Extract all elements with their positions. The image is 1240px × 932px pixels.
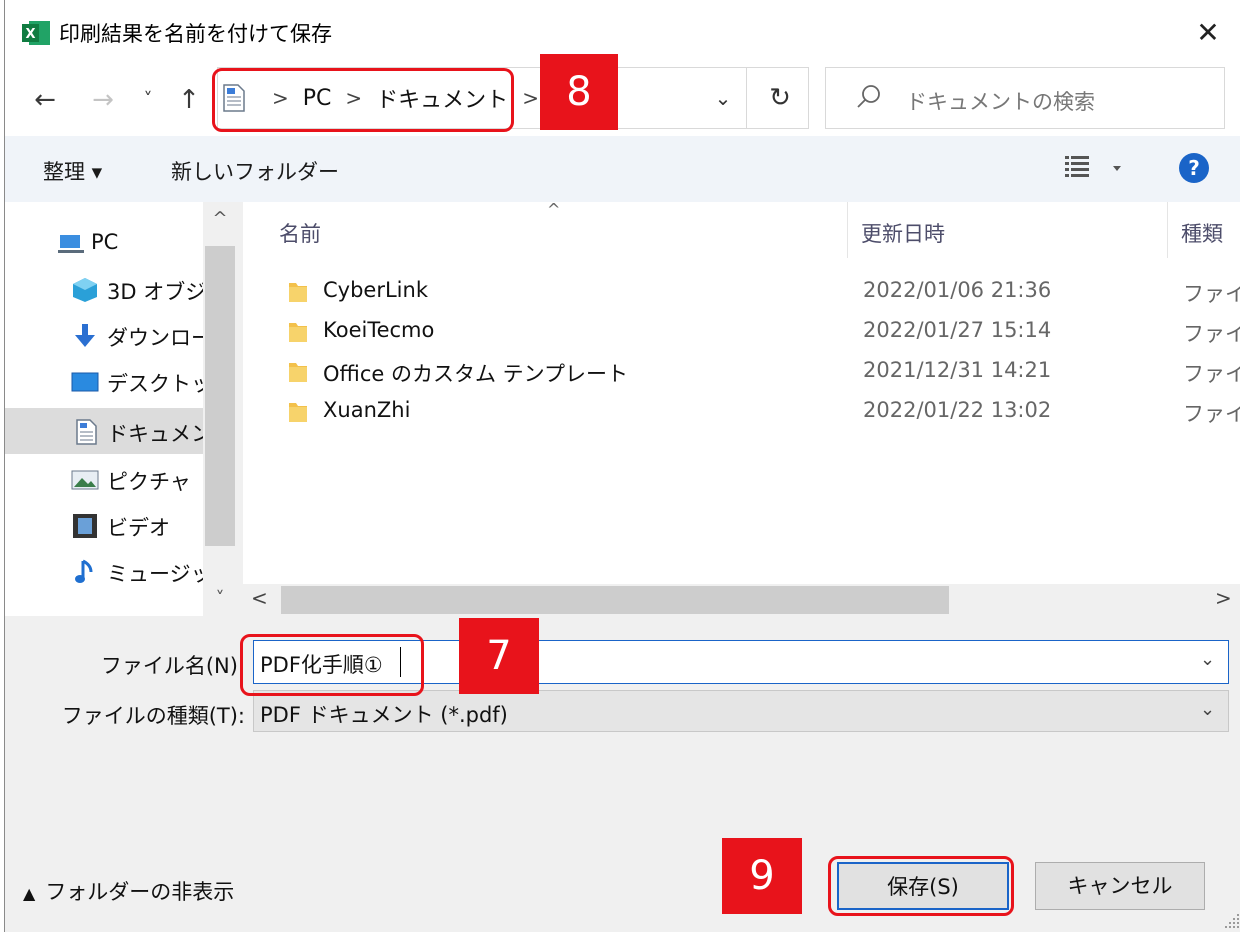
nav-item-desktop[interactable]: デスクトップ bbox=[5, 358, 203, 404]
file-name: CyberLink bbox=[323, 278, 428, 302]
file-name: XuanZhi bbox=[323, 398, 411, 422]
sort-ascending-icon: ^ bbox=[547, 202, 561, 219]
back-button[interactable]: ← bbox=[25, 82, 65, 118]
chevron-down-icon[interactable]: ⌄ bbox=[1200, 699, 1215, 720]
search-input[interactable]: ドキュメントの検索 bbox=[825, 67, 1225, 129]
file-type: ファイル bbox=[1183, 402, 1240, 426]
refresh-button[interactable]: ↻ bbox=[758, 68, 802, 128]
chevron-down-icon[interactable]: ⌄ bbox=[1200, 649, 1215, 670]
filetype-label: ファイルの種類(T): bbox=[61, 704, 245, 728]
file-date: 2022/01/06 21:36 bbox=[863, 278, 1052, 302]
resize-grip-icon[interactable] bbox=[1223, 912, 1240, 930]
folder-icon bbox=[289, 403, 307, 422]
folder-icon bbox=[289, 283, 307, 302]
breadcrumb-separator[interactable]: > bbox=[522, 86, 539, 110]
file-type: ファイル bbox=[1183, 322, 1240, 346]
nav-scrollbar[interactable]: ^ ˅ bbox=[203, 202, 237, 616]
forward-button[interactable]: → bbox=[83, 82, 123, 118]
navigation-pane: PC 3D オブジェ ダウンロード デスクトップ ドキュメント ピクチャ ビデオ bbox=[5, 202, 237, 616]
column-divider[interactable] bbox=[847, 202, 848, 258]
up-button[interactable]: ↑ bbox=[169, 82, 209, 118]
hide-folders-label: フォルダーの非表示 bbox=[45, 880, 235, 904]
folder-icon bbox=[289, 323, 307, 342]
column-header-name[interactable]: 名前 bbox=[279, 218, 321, 248]
divider bbox=[746, 68, 747, 128]
window-title: 印刷結果を名前を付けて保存 bbox=[59, 22, 332, 46]
search-placeholder: ドキュメントの検索 bbox=[906, 90, 1095, 114]
filename-label: ファイル名(N): bbox=[100, 654, 245, 678]
step-badge-8: 8 bbox=[540, 54, 618, 130]
column-divider[interactable] bbox=[1167, 202, 1168, 258]
navigation-bar: ← → ˅ ↑ > PC > ドキュメント > ⌄ ↻ ドキュメントの検索 bbox=[5, 64, 1240, 136]
nav-item-documents[interactable]: ドキュメント bbox=[5, 408, 203, 454]
scroll-down-button[interactable]: ˅ bbox=[203, 588, 237, 609]
step-badge-7: 7 bbox=[459, 618, 539, 694]
file-name: KoeiTecmo bbox=[323, 318, 435, 342]
desktop-icon bbox=[71, 372, 99, 392]
file-name: Office のカスタム テンプレート bbox=[323, 362, 629, 386]
nav-item-pc[interactable]: PC bbox=[5, 220, 203, 266]
nav-item-pictures[interactable]: ピクチャ bbox=[5, 456, 203, 502]
title-bar: X 印刷結果を名前を付けて保存 ✕ bbox=[5, 0, 1240, 64]
command-bar: 整理 ▾ 新しいフォルダー ? bbox=[5, 136, 1240, 202]
file-type: ファイル bbox=[1183, 362, 1240, 386]
step-badge-9: 9 bbox=[722, 838, 802, 914]
cancel-button[interactable]: キャンセル bbox=[1035, 862, 1205, 910]
table-row[interactable]: XuanZhi 2022/01/22 13:02 ファイル bbox=[243, 392, 1240, 432]
horizontal-scrollbar[interactable]: < > bbox=[243, 584, 1240, 616]
column-header-type[interactable]: 種類 bbox=[1181, 218, 1223, 248]
download-icon bbox=[75, 324, 95, 347]
hide-folders-button[interactable]: ▲ フォルダーの非表示 bbox=[23, 876, 234, 906]
view-options-icon[interactable] bbox=[1061, 152, 1125, 186]
highlight-save-button bbox=[828, 856, 1014, 916]
close-button[interactable]: ✕ bbox=[1187, 12, 1229, 54]
scroll-left-button[interactable]: < bbox=[251, 586, 268, 610]
help-button[interactable]: ? bbox=[1179, 153, 1209, 183]
nav-item-videos[interactable]: ビデオ bbox=[5, 502, 203, 548]
file-date: 2021/12/31 14:21 bbox=[863, 358, 1052, 382]
video-icon bbox=[73, 514, 97, 538]
3d-objects-icon bbox=[73, 278, 97, 302]
scroll-up-button[interactable]: ^ bbox=[203, 208, 237, 229]
scroll-right-button[interactable]: > bbox=[1215, 586, 1232, 610]
new-folder-button[interactable]: 新しいフォルダー bbox=[171, 156, 339, 186]
address-history-dropdown[interactable]: ⌄ bbox=[702, 68, 744, 128]
document-icon bbox=[76, 419, 97, 445]
table-row[interactable]: CyberLink 2022/01/06 21:36 ファイル bbox=[243, 272, 1240, 312]
table-row[interactable]: Office のカスタム テンプレート 2021/12/31 14:21 ファイ… bbox=[243, 352, 1240, 392]
file-date: 2022/01/27 15:14 bbox=[863, 318, 1052, 342]
table-row[interactable]: KoeiTecmo 2022/01/27 15:14 ファイル bbox=[243, 312, 1240, 352]
highlight-address-bar bbox=[212, 68, 514, 132]
pc-icon bbox=[58, 235, 84, 253]
nav-item-music[interactable]: ミュージック bbox=[5, 548, 203, 594]
excel-icon: X bbox=[22, 21, 50, 45]
chevron-up-icon: ▲ bbox=[23, 884, 36, 903]
folder-icon bbox=[289, 363, 307, 382]
nav-item-3d-objects[interactable]: 3D オブジェ bbox=[5, 266, 203, 312]
filetype-value: PDF ドキュメント (*.pdf) bbox=[260, 703, 508, 727]
nav-item-downloads[interactable]: ダウンロード bbox=[5, 312, 203, 358]
file-date: 2022/01/22 13:02 bbox=[863, 398, 1052, 422]
scroll-thumb[interactable] bbox=[205, 246, 235, 546]
recent-locations-button[interactable]: ˅ bbox=[133, 82, 163, 118]
file-type: ファイル bbox=[1183, 282, 1240, 306]
music-icon bbox=[75, 559, 93, 583]
svg-text:X: X bbox=[25, 27, 35, 42]
search-icon bbox=[857, 85, 880, 108]
column-header-date[interactable]: 更新日時 bbox=[861, 218, 945, 248]
file-list: ^ 名前 更新日時 種類 CyberLink 2022/01/06 21:36 … bbox=[243, 202, 1240, 584]
save-as-dialog: X 印刷結果を名前を付けて保存 ✕ ← → ˅ ↑ > PC > ドキュメント bbox=[4, 0, 1240, 932]
filetype-select[interactable]: PDF ドキュメント (*.pdf) ⌄ bbox=[253, 690, 1229, 732]
scroll-thumb[interactable] bbox=[281, 586, 949, 614]
picture-icon bbox=[71, 470, 99, 490]
highlight-filename bbox=[240, 634, 424, 696]
organize-button[interactable]: 整理 ▾ bbox=[43, 156, 102, 186]
